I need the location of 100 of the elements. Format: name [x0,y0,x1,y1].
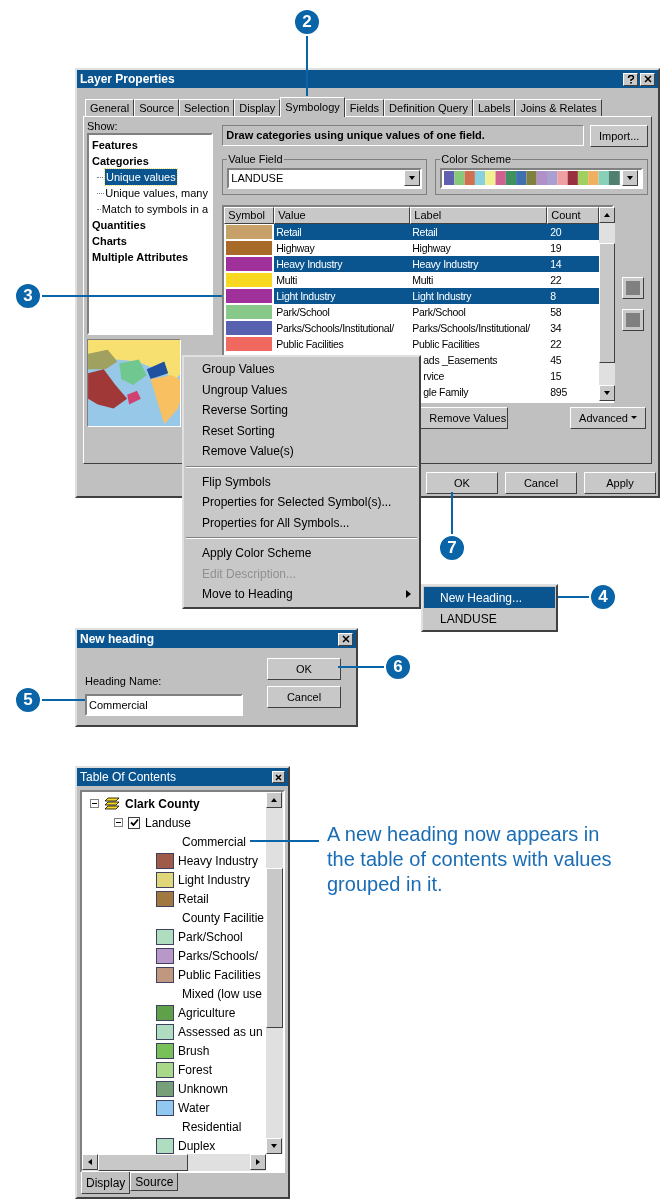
layer-name[interactable]: Landuse [145,813,192,832]
menu-item[interactable]: LANDUSE [424,608,555,629]
close-icon[interactable] [272,771,285,783]
scroll-up-icon[interactable] [266,792,282,808]
table-cell: ads _Easements [423,354,498,366]
table-cell: Light Industry [276,290,336,302]
scroll-down-icon[interactable] [266,1138,282,1154]
color-scheme-dropdown[interactable] [440,167,643,189]
dropdown-field[interactable]: LANDUSE [227,167,423,189]
advanced-button[interactable]: Advanced [570,407,646,429]
tab[interactable]: Symbology [280,97,345,117]
scroll-left-icon[interactable] [82,1154,98,1170]
symbol-swatch [226,305,273,319]
table-cell: Multi [412,274,433,286]
window-title: New heading [80,631,155,648]
list-item[interactable]: Categories [91,153,209,169]
tab[interactable]: Fields [344,99,385,116]
scroll-thumb[interactable] [98,1154,188,1171]
table-cell: 22 [550,274,562,286]
legend-heading: Mixed (low use [182,985,263,1003]
table-row[interactable]: Multi Multi 22 [224,272,600,288]
scroll-right-icon[interactable] [250,1154,266,1170]
menu-item[interactable]: Properties for Selected Symbol(s)... [186,492,417,513]
column-header[interactable]: Count [547,207,600,224]
column-header[interactable]: Label [410,207,548,224]
dialog-button[interactable]: Apply [584,472,656,494]
move-down-button[interactable] [622,309,645,331]
menu-item[interactable]: Group Values [186,359,417,380]
scroll-thumb[interactable] [266,868,283,1028]
dialog-button[interactable]: OK [426,472,498,494]
table-row[interactable]: Parks/Schools/Institutional/ Parks/Schools/Institutional/ 34 [224,320,600,336]
scrollbar[interactable] [266,792,283,1154]
scroll-thumb[interactable] [599,243,616,363]
table-cell: 15 [550,370,562,382]
table-cell: Retail [412,226,438,238]
menu-item[interactable]: Apply Color Scheme [186,543,417,564]
table-row[interactable]: Park/School Park/School 58 [224,304,600,320]
menu-item[interactable]: New Heading... [424,587,555,608]
show-label: Show: [87,119,119,133]
step-number-badge: 6 [384,653,412,681]
menu-item[interactable]: Flip Symbols [186,471,417,492]
leader-line [42,699,85,701]
import-button[interactable]: Import... [590,125,648,147]
close-icon[interactable] [640,72,655,86]
table-cell: 45 [550,354,562,366]
menu-item[interactable]: Properties for All Symbols... [186,512,417,533]
layers-icon [104,796,120,811]
table-cell: Public Facilities [276,338,344,350]
collapse-icon[interactable] [114,818,123,827]
tab[interactable]: Display [81,1172,131,1194]
scroll-up-icon[interactable] [599,207,616,223]
scrollbar[interactable] [599,207,616,401]
legend-label: Duplex [178,1137,216,1154]
column-header[interactable]: Value [274,207,411,224]
data-frame-name[interactable]: Clark County [125,794,200,813]
step-number-badge: 7 [438,534,466,562]
table-row[interactable]: Public Facilities Public Facilities 22 [224,336,600,352]
leader-line [250,840,319,842]
help-icon[interactable] [623,72,638,86]
tab[interactable]: General [85,99,135,116]
tab[interactable]: Source [134,99,179,116]
tab[interactable]: Labels [473,99,516,116]
dialog-button[interactable]: Cancel [505,472,577,494]
menu-item[interactable]: Remove Value(s) [186,441,417,462]
list-item[interactable]: Quantities [91,217,209,233]
list-item[interactable]: Match to symbols in a [100,200,209,218]
list-item[interactable]: Charts [91,233,209,249]
table-row[interactable]: Highway Highway 19 [224,240,600,256]
symbol-swatch [226,337,273,351]
tab[interactable]: Joins & Relates [515,99,602,116]
symbol-swatch [226,241,273,255]
tab[interactable]: Selection [179,99,235,116]
menu-item[interactable]: Reset Sorting [186,420,417,441]
table-cell: Heavy Industry [412,258,479,270]
heading-name-field[interactable]: Commercial [85,693,243,716]
scroll-down-icon[interactable] [599,385,616,401]
remove-values-button[interactable]: Remove Values [420,407,509,429]
symbol-swatch [226,257,273,271]
table-cell: 20 [550,226,562,238]
list-item[interactable]: Unique values [105,168,177,186]
legend-label: Agriculture [178,1004,236,1022]
list-item[interactable]: Multiple Attributes [91,249,209,265]
dialog-button[interactable]: OK [267,658,341,680]
close-icon[interactable] [338,632,353,646]
checkbox[interactable] [128,816,140,829]
tab[interactable]: Source [130,1173,179,1191]
list-item[interactable]: Features [91,137,209,153]
list-item[interactable]: Unique values, many [104,184,209,202]
collapse-icon[interactable] [90,799,99,808]
table-cell: 14 [550,258,562,270]
tab[interactable]: Definition Query [384,99,473,116]
move-up-button[interactable] [622,277,645,299]
menu-item[interactable]: Ungroup Values [186,379,417,400]
column-header[interactable]: Symbol [224,207,275,224]
tab[interactable]: Display [234,99,281,116]
dialog-button[interactable]: Cancel [267,686,341,708]
table-cell: Multi [276,274,297,286]
scrollbar[interactable] [82,1154,266,1171]
menu-item[interactable]: Reverse Sorting [186,400,417,421]
menu-item[interactable]: Move to Heading [186,584,417,605]
